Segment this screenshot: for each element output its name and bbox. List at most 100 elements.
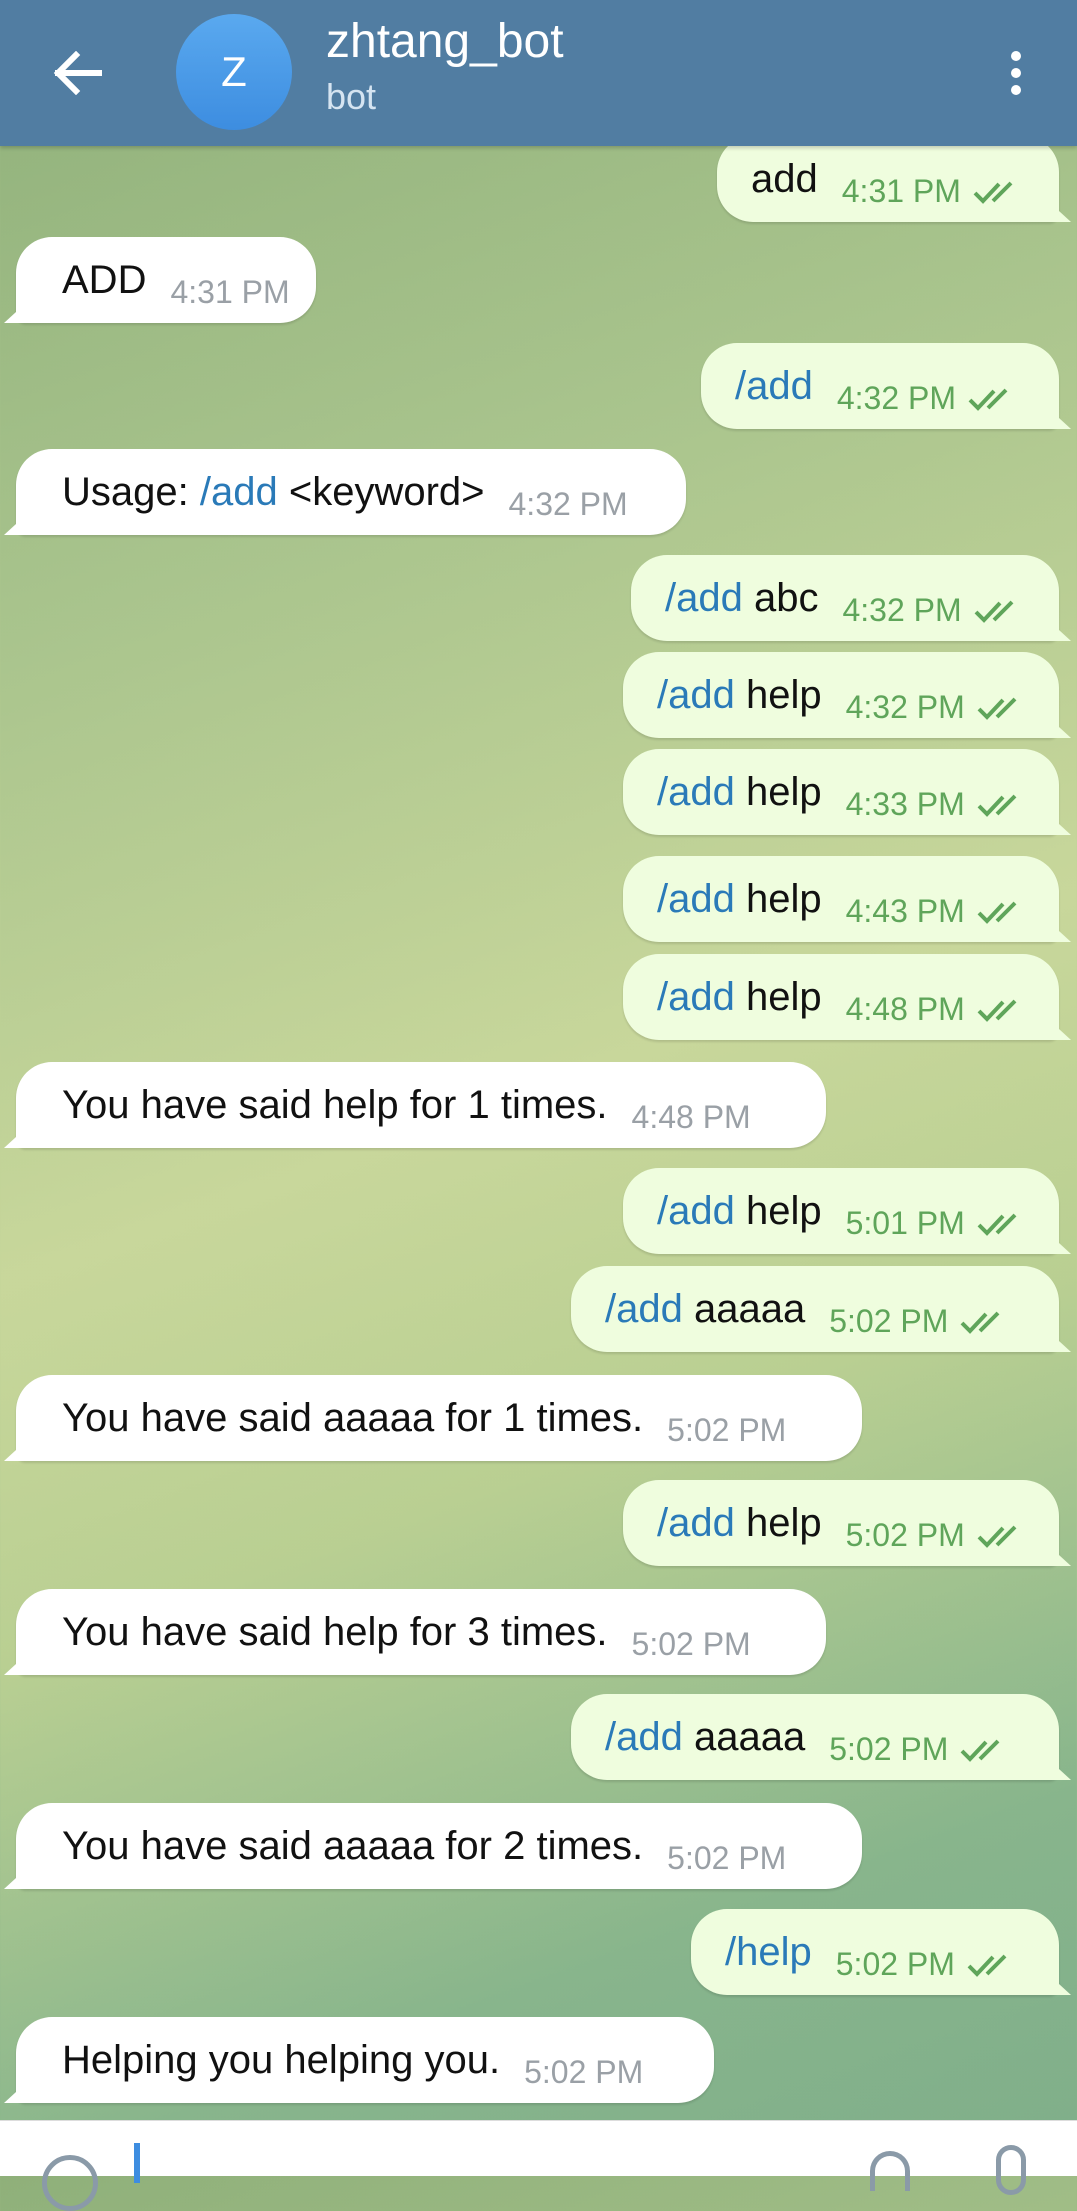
read-check-icon [977,987,1025,1032]
command-link[interactable]: /add [665,576,743,620]
outgoing-message[interactable]: /add aaaaa 5:02 PM [571,1694,1071,1780]
message-prefix: Usage: [62,469,200,514]
emoji-icon[interactable] [42,2155,98,2211]
command-link[interactable]: /add [657,673,735,717]
incoming-message[interactable]: You have said help for 1 times. 4:48 PM [4,1062,826,1148]
read-check-icon [977,889,1025,934]
message-timestamp: 4:43 PM [845,892,965,929]
back-button[interactable] [40,36,114,110]
message-text: /add help [657,1189,822,1234]
message-timestamp: 4:32 PM [845,688,965,725]
outgoing-message[interactable]: /add help 5:01 PM [623,1168,1071,1254]
attach-icon[interactable] [870,2151,910,2191]
message-body: Helping you helping you. [62,2037,501,2082]
message-text: /add help [657,877,822,922]
message-body: You have said aaaaa for 1 times. [62,1395,644,1440]
read-check-icon [977,685,1025,730]
read-check-icon [967,1942,1015,1987]
command-link[interactable]: /add [657,1189,735,1233]
message-timestamp: 5:02 PM [524,2053,644,2090]
message-body: You have said help for 3 times. [62,1609,608,1654]
message-body: help [734,974,822,1019]
bubble-tail [1047,1232,1071,1254]
incoming-message[interactable]: Usage: /add <keyword> 4:32 PM [4,449,686,535]
chat-title[interactable]: zhtang_bot [326,14,564,69]
outgoing-message[interactable]: /add aaaaa 5:02 PM [571,1266,1071,1352]
message-timestamp: 4:32 PM [842,591,962,628]
message-body: ADD [62,257,147,302]
message-timestamp: 4:32 PM [836,379,957,416]
bubble-tail [1047,1544,1071,1566]
command-link[interactable]: /add [735,364,813,408]
message-text: You have said help for 3 times. [62,1610,608,1655]
message-text: /add aaaaa [605,1287,805,1332]
bubble-tail [4,301,28,323]
more-options-button[interactable] [979,36,1053,110]
incoming-message[interactable]: Helping you helping you. 5:02 PM [4,2017,714,2103]
text-cursor [134,2143,140,2183]
message-timestamp: 4:48 PM [845,990,965,1027]
message-text: You have said aaaaa for 2 times. [62,1824,643,1869]
message-text: Usage: /add <keyword> [62,470,485,515]
read-check-icon [960,1727,1008,1772]
incoming-message[interactable]: You have said aaaaa for 1 times. 5:02 PM [4,1375,862,1461]
outgoing-message[interactable]: /help 5:02 PM [691,1909,1071,1995]
command-link[interactable]: /add [657,877,735,921]
message-body: You have said help for 1 times. [62,1082,608,1127]
command-link[interactable]: /add [605,1287,683,1331]
bubble-tail [1047,1973,1071,1995]
menu-dot-icon [1011,51,1021,61]
message-timestamp: 5:01 PM [845,1204,965,1241]
bubble-tail [1047,1330,1071,1352]
bubble-tail [1047,407,1071,429]
avatar-letter: Z [221,48,247,95]
read-check-icon [977,782,1025,827]
chat-header: Z zhtang_bot bot [0,0,1077,146]
message-timestamp: 5:02 PM [667,1839,787,1876]
message-text: add [751,157,818,202]
outgoing-message[interactable]: /add help 4:48 PM [623,954,1071,1040]
message-text: /add help [657,1501,822,1546]
command-link[interactable]: /add [657,1501,735,1545]
microphone-icon[interactable] [996,2145,1026,2195]
bubble-tail [1047,200,1071,222]
command-link[interactable]: /add [657,975,735,1019]
incoming-message[interactable]: ADD 4:31 PM [4,237,316,323]
read-check-icon [968,376,1016,421]
avatar[interactable]: Z [176,14,292,130]
outgoing-message[interactable]: /add help 4:32 PM [623,652,1071,738]
message-timestamp: 4:48 PM [631,1098,751,1135]
bubble-tail [4,1439,28,1461]
command-link[interactable]: /help [725,1930,812,1974]
message-text: You have said help for 1 times. [62,1083,608,1128]
message-body: You have said aaaaa for 2 times. [62,1823,644,1868]
incoming-message[interactable]: You have said aaaaa for 2 times. 5:02 PM [4,1803,862,1889]
message-body: add [751,156,818,201]
message-text: /add aaaaa [605,1715,805,1760]
outgoing-message[interactable]: /add 4:32 PM [701,343,1071,429]
message-body: <keyword> [277,469,485,514]
command-link[interactable]: /add [657,770,735,814]
outgoing-message[interactable]: /add abc 4:32 PM [631,555,1071,641]
incoming-message[interactable]: You have said help for 3 times. 5:02 PM [4,1589,826,1675]
message-body: aaaaa [682,1714,806,1759]
outgoing-message[interactable]: add 4:31 PM [717,146,1071,222]
message-text: /help [725,1930,812,1975]
outgoing-message[interactable]: /add help 5:02 PM [623,1480,1071,1566]
outgoing-message[interactable]: /add help 4:33 PM [623,749,1071,835]
message-body: abc [742,575,819,620]
command-link[interactable]: /add [200,470,278,514]
message-timestamp: 5:02 PM [829,1302,949,1339]
read-check-icon [973,169,1021,214]
message-list[interactable]: add 4:31 PM ADD 4:31 PM/add 4:32 PM Usage: /a… [0,146,1077,2120]
message-timestamp: 5:02 PM [835,1945,955,1982]
message-body: help [734,672,822,717]
message-text: /add abc [665,576,818,621]
message-text: /add help [657,975,822,1020]
bubble-tail [1047,619,1071,641]
message-timestamp: 5:02 PM [631,1625,751,1662]
read-check-icon [974,588,1022,633]
outgoing-message[interactable]: /add help 4:43 PM [623,856,1071,942]
command-link[interactable]: /add [605,1715,683,1759]
message-timestamp: 4:33 PM [845,785,965,822]
